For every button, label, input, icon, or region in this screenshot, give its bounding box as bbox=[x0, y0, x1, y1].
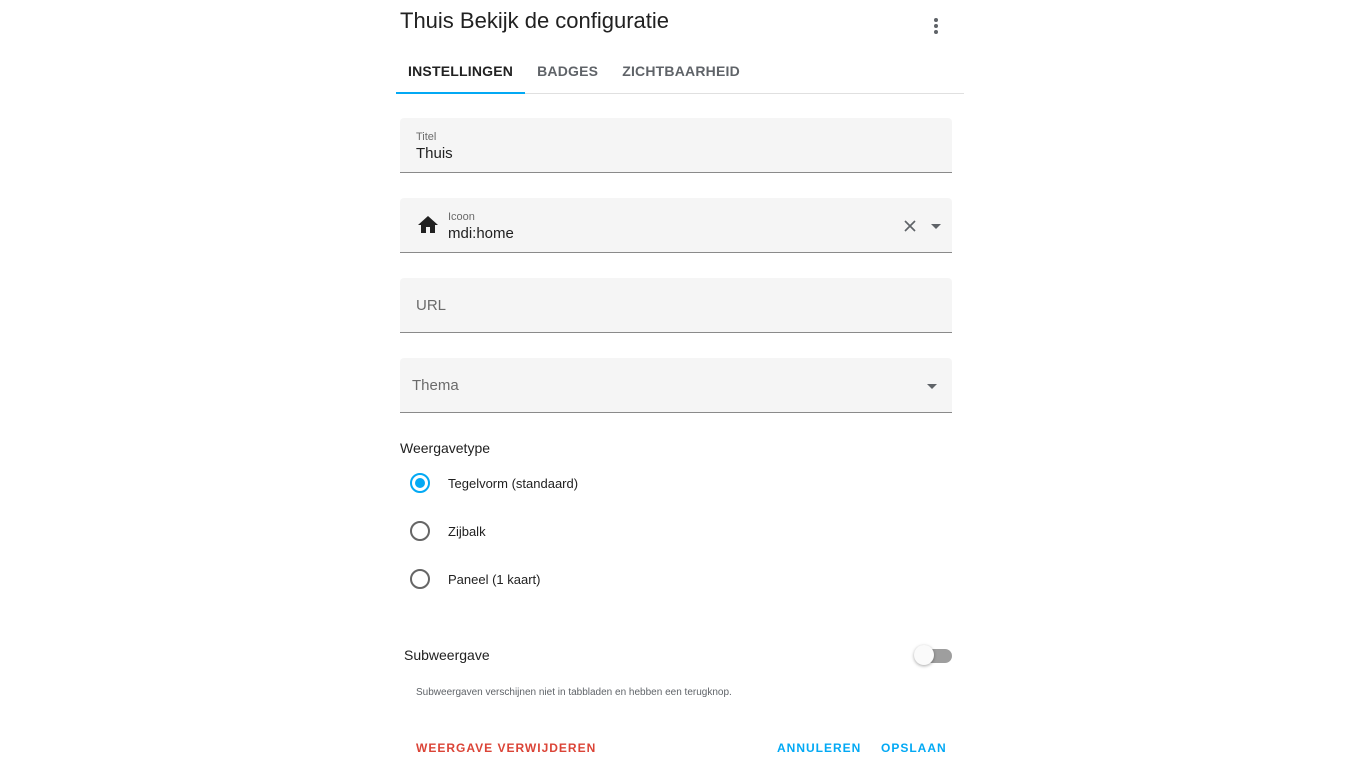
icon-field[interactable]: Icoon bbox=[400, 198, 952, 253]
url-field[interactable]: URL bbox=[400, 278, 952, 333]
theme-select[interactable]: Thema bbox=[400, 358, 952, 413]
radio-option-label: Paneel (1 kaart) bbox=[448, 571, 541, 587]
home-icon bbox=[418, 216, 438, 233]
subview-toggle[interactable] bbox=[914, 645, 954, 665]
edit-view-dialog: Thuis Bekijk de configuratie INSTELLINGE… bbox=[396, 0, 964, 764]
more-options-button[interactable] bbox=[918, 8, 954, 44]
theme-select-label: Thema bbox=[412, 377, 459, 394]
title-field-label: Titel bbox=[416, 131, 437, 143]
radio-option-panel[interactable]: Paneel (1 kaart) bbox=[410, 567, 541, 591]
radio-button[interactable] bbox=[410, 569, 430, 589]
tab-bar: INSTELLINGEN BADGES ZICHTBAARHEID bbox=[396, 48, 964, 94]
chevron-down-icon[interactable] bbox=[928, 219, 944, 235]
subview-label: Subweergave bbox=[404, 647, 490, 663]
tab-badges[interactable]: BADGES bbox=[525, 48, 610, 93]
radio-option-sidebar[interactable]: Zijbalk bbox=[410, 519, 486, 543]
dots-vertical-icon bbox=[934, 18, 938, 34]
tab-settings[interactable]: INSTELLINGEN bbox=[396, 48, 526, 94]
tab-visibility[interactable]: ZICHTBAARHEID bbox=[610, 48, 752, 93]
delete-view-button[interactable]: WEERGAVE VERWIJDEREN bbox=[408, 736, 604, 760]
radio-button[interactable] bbox=[410, 473, 430, 493]
toggle-thumb bbox=[914, 645, 934, 665]
title-field[interactable]: Titel bbox=[400, 118, 952, 173]
dialog-title: Thuis Bekijk de configuratie bbox=[400, 8, 670, 33]
radio-option-label: Tegelvorm (standaard) bbox=[448, 475, 579, 491]
icon-input[interactable] bbox=[448, 225, 868, 242]
close-icon[interactable] bbox=[900, 216, 920, 236]
chevron-down-icon[interactable] bbox=[924, 379, 940, 395]
radio-option-label: Zijbalk bbox=[448, 523, 486, 539]
radio-option-masonry[interactable]: Tegelvorm (standaard) bbox=[410, 471, 578, 495]
cancel-button[interactable]: ANNULEREN bbox=[769, 736, 869, 760]
radio-button[interactable] bbox=[410, 521, 430, 541]
view-type-label: Weergavetype bbox=[400, 440, 491, 456]
subview-helper-text: Subweergaven verschijnen niet in tabblad… bbox=[416, 687, 732, 698]
title-input[interactable] bbox=[416, 145, 856, 162]
save-button[interactable]: OPSLAAN bbox=[873, 736, 955, 760]
url-field-label: URL bbox=[416, 297, 447, 314]
icon-field-label: Icoon bbox=[448, 211, 475, 223]
